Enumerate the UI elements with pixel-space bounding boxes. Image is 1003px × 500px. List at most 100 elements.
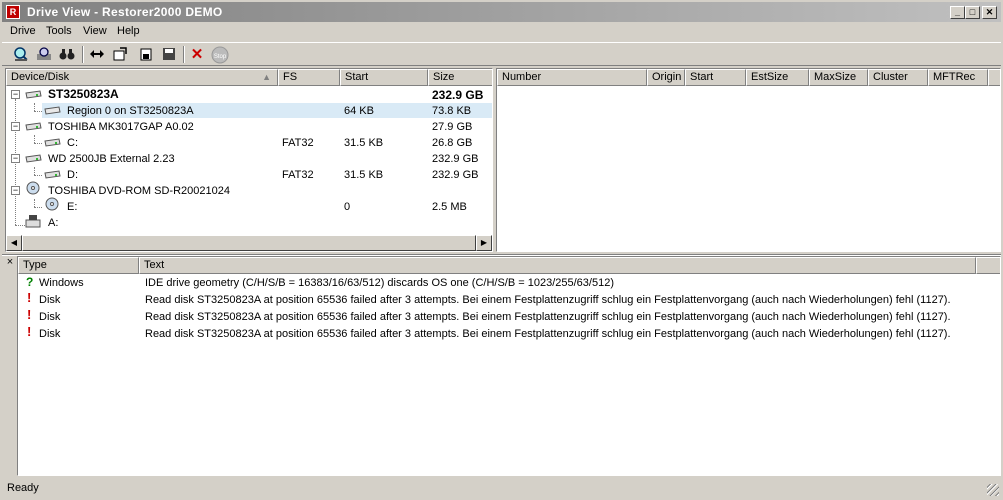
menu-view[interactable]: View [83, 25, 107, 37]
minimize-button[interactable]: _ [950, 6, 965, 19]
tree-line [34, 167, 35, 175]
tree-row-fs: FAT32 [282, 169, 314, 181]
main-window: R Drive View - Restorer2000 DEMO _ □ ✕ D… [0, 0, 1003, 500]
tree-row-size: 2.5 MB [432, 201, 467, 213]
toolbar: ✕ Stop [2, 42, 1001, 66]
expand-toggle[interactable]: − [11, 122, 20, 131]
col-header-type[interactable]: Type [18, 257, 139, 274]
partition-icon [44, 170, 61, 179]
col-header-maxsize[interactable]: MaxSize [809, 69, 868, 86]
col-header-empty [976, 257, 1000, 274]
log-row-text[interactable]: Read disk ST3250823A at position 65536 f… [145, 327, 951, 341]
close-log-icon[interactable]: × [4, 256, 16, 268]
col-header-text[interactable]: Text [139, 257, 976, 274]
tree-line [34, 103, 35, 111]
region-icon [44, 106, 61, 115]
close-button[interactable]: ✕ [982, 6, 997, 19]
stop-icon-label: Stop [214, 54, 227, 60]
stop-icon[interactable]: Stop [211, 46, 229, 64]
menu-drive[interactable]: Drive [10, 25, 36, 37]
horizontal-scrollbar[interactable]: ◀ ▶ [6, 235, 492, 251]
log-row-text[interactable]: Read disk ST3250823A at position 65536 f… [145, 293, 951, 307]
tree-row-size: 73.8 KB [432, 105, 472, 117]
tree-row-name[interactable]: TOSHIBA DVD-ROM SD-R20021024 [48, 184, 230, 198]
scroll-right-button[interactable]: ▶ [476, 235, 492, 251]
cd-volume-icon [45, 197, 59, 211]
tree-row-name[interactable]: WD 2500JB External 2.23 [48, 152, 175, 166]
hard-disk-icon [25, 154, 42, 163]
log-panel: Type Text ? Windows IDE drive geometry (… [17, 256, 1001, 476]
error-icon: ! [27, 290, 32, 305]
search-icon[interactable] [35, 46, 53, 63]
col-header-empty [988, 69, 1000, 86]
binoculars-icon[interactable] [58, 46, 76, 63]
menu-bar: Drive Tools View Help [2, 23, 1001, 41]
error-icon: ! [27, 307, 32, 322]
status-text: Ready [7, 482, 39, 494]
tree-line [34, 143, 42, 144]
col-header-number[interactable]: Number [497, 69, 647, 86]
col-header-fs[interactable]: FS [278, 69, 340, 86]
scroll-thumb[interactable] [22, 235, 476, 251]
tree-row-name[interactable]: A: [48, 216, 58, 230]
sort-arrow-icon: ▲ [262, 72, 271, 82]
tree-row-name[interactable]: D: [67, 168, 78, 182]
tree-row-start: 64 KB [344, 105, 374, 117]
log-row-text[interactable]: IDE drive geometry (C/H/S/B = 16383/16/6… [145, 276, 614, 290]
log-row-text[interactable]: Read disk ST3250823A at position 65536 f… [145, 310, 951, 324]
tree-row-name[interactable]: E: [67, 200, 77, 214]
tree-row-size: 232.9 GB [432, 153, 479, 165]
stop-x-icon[interactable]: ✕ [188, 46, 206, 63]
tree-row-start: 31.5 KB [344, 137, 384, 149]
save-icon[interactable] [137, 46, 155, 63]
maximize-button[interactable]: □ [965, 6, 980, 19]
hard-disk-icon [25, 122, 42, 131]
expand-toggle[interactable]: − [11, 186, 20, 195]
col-header-device[interactable]: Device/Disk ▲ [6, 69, 278, 86]
log-row-type[interactable]: Disk [39, 310, 60, 324]
scroll-left-button[interactable]: ◀ [6, 235, 22, 251]
expand-toggle[interactable]: − [11, 154, 20, 163]
log-row-type[interactable]: Windows [39, 276, 84, 290]
status-bar: Ready [2, 478, 1001, 498]
tree-row-fs: FAT32 [282, 137, 314, 149]
col-header-estsize[interactable]: EstSize [746, 69, 809, 86]
col-header-size[interactable]: Size [428, 69, 492, 86]
tree-row-size: 27.9 GB [432, 121, 473, 133]
partition-icon [44, 138, 61, 147]
log-row-type[interactable]: Disk [39, 293, 60, 307]
col-header-cluster[interactable]: Cluster [868, 69, 928, 86]
menu-tools[interactable]: Tools [46, 25, 72, 37]
tree-line [34, 199, 35, 207]
tree-row-start: 31.5 KB [344, 169, 384, 181]
tree-row-start: 0 [344, 201, 351, 213]
tree-row-name[interactable]: TOSHIBA MK3017GAP A0.02 [48, 120, 194, 134]
error-icon: ! [27, 324, 32, 339]
tree-row-name[interactable]: C: [67, 136, 78, 150]
col-header-mftrec[interactable]: MFTRec [928, 69, 988, 86]
col-header-origin[interactable]: Origin [647, 69, 685, 86]
tree-row-name[interactable]: ST3250823A [48, 87, 119, 101]
title-bar[interactable]: R Drive View - Restorer2000 DEMO _ □ ✕ [2, 2, 1001, 22]
tree-row-name[interactable]: Region 0 on ST3250823A [67, 104, 194, 118]
log-row-type[interactable]: Disk [39, 327, 60, 341]
resize-icon[interactable] [88, 46, 106, 63]
window-title: Drive View - Restorer2000 DEMO [27, 5, 223, 19]
app-icon: R [6, 5, 20, 19]
drive-tree-panel: Device/Disk ▲ FS Start Size − − − − ST32… [5, 68, 493, 252]
cd-drive-icon [26, 181, 40, 195]
info-icon: ? [26, 275, 34, 289]
floppy-icon[interactable] [160, 46, 178, 63]
col-header-device-label: Device/Disk [11, 71, 70, 83]
open-icon[interactable] [111, 46, 129, 63]
toolbar-separator [183, 46, 185, 63]
expand-toggle[interactable]: − [11, 90, 20, 99]
hard-disk-icon [25, 90, 42, 99]
scan-icon[interactable] [12, 46, 30, 63]
menu-help[interactable]: Help [117, 25, 140, 37]
col-header-start[interactable]: Start [340, 69, 428, 86]
col-header-start[interactable]: Start [685, 69, 746, 86]
floppy-drive-icon [25, 215, 41, 228]
resize-grip-icon[interactable] [987, 484, 999, 496]
tree-line [34, 207, 42, 208]
